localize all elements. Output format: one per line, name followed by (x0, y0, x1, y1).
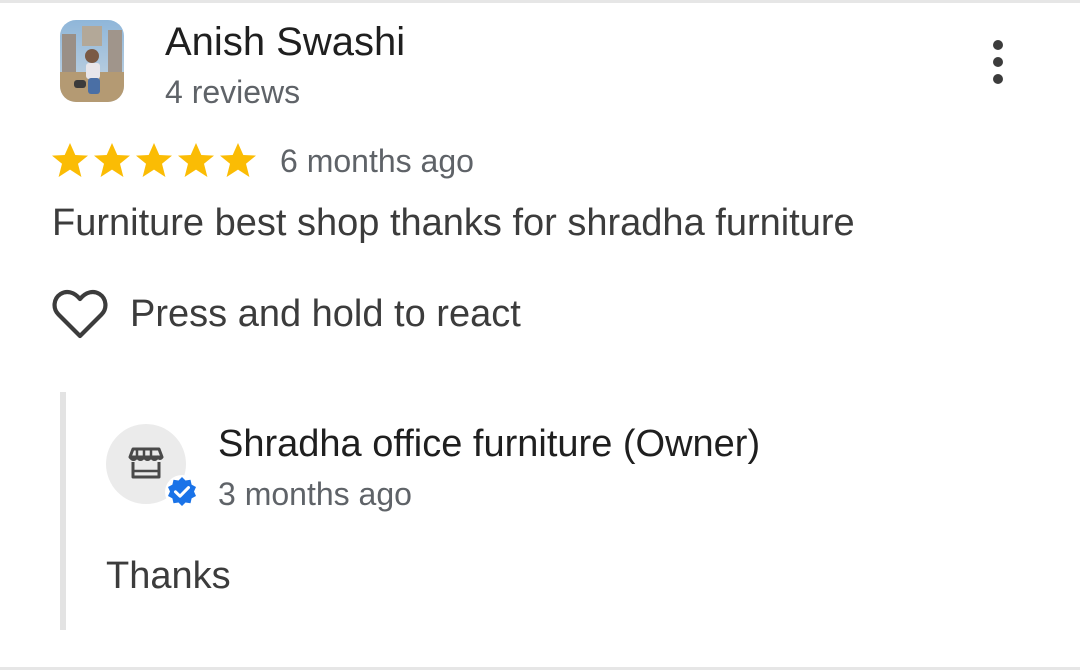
more-vert-icon (993, 40, 1003, 50)
review-text: Furniture best shop thanks for shradha f… (52, 202, 855, 244)
reviewer-name[interactable]: Anish Swashi (165, 20, 405, 64)
react-label: Press and hold to react (130, 293, 521, 335)
star-rating (50, 141, 258, 181)
reviewer-avatar[interactable] (60, 20, 124, 102)
owner-reply-text: Thanks (106, 555, 231, 597)
reviewer-photo (60, 20, 124, 102)
more-options-button[interactable] (976, 38, 1020, 86)
more-vert-icon-dot (993, 57, 1003, 67)
storefront-icon (128, 447, 164, 479)
star-icon (136, 143, 172, 177)
heart-outline-icon (52, 289, 108, 339)
review-card: Anish Swashi 4 reviews 6 months ago Furn… (0, 0, 1080, 670)
star-icon (94, 143, 130, 177)
star-icon (220, 143, 256, 177)
owner-name: Shradha office furniture (Owner) (218, 423, 761, 465)
more-vert-icon-dot (993, 74, 1003, 84)
verified-badge-icon (165, 475, 199, 509)
top-divider (0, 0, 1080, 3)
react-button[interactable]: Press and hold to react (52, 286, 521, 342)
review-time: 6 months ago (280, 143, 474, 179)
reviewer-review-count[interactable]: 4 reviews (165, 74, 300, 110)
owner-reply-bar (60, 392, 66, 630)
rating-row: 6 months ago (50, 138, 474, 184)
owner-reply-time: 3 months ago (218, 476, 412, 512)
star-icon (52, 143, 88, 177)
star-icon (178, 143, 214, 177)
